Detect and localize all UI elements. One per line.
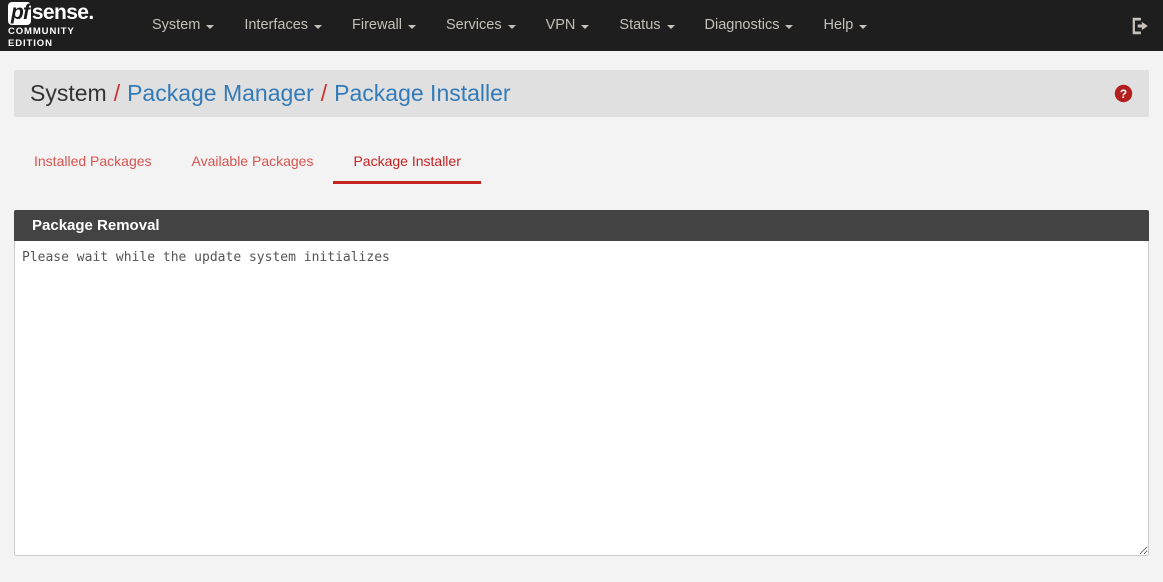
nav-item-diagnostics[interactable]: Diagnostics bbox=[690, 0, 809, 51]
nav-item-status[interactable]: Status bbox=[604, 0, 689, 51]
logo-pf-badge: pf bbox=[8, 1, 31, 25]
tab-label: Installed Packages bbox=[34, 153, 152, 169]
logo-edition-text: COMMUNITY EDITION bbox=[8, 26, 75, 49]
package-removal-panel: Package Removal bbox=[14, 210, 1149, 556]
question-circle-icon[interactable]: ? bbox=[1114, 84, 1133, 103]
nav-item-label: Interfaces bbox=[244, 17, 309, 33]
nav-item-label: Help bbox=[823, 17, 854, 33]
svg-text:?: ? bbox=[1120, 87, 1127, 101]
breadcrumb-link-package-manager[interactable]: Package Manager bbox=[127, 80, 314, 107]
breadcrumb: System / Package Manager / Package Insta… bbox=[14, 70, 1149, 117]
nav-item-label: Status bbox=[619, 17, 661, 33]
nav-item-label: VPN bbox=[545, 17, 576, 33]
chevron-down-icon bbox=[785, 24, 794, 29]
tab-bar: Installed Packages Available Packages Pa… bbox=[14, 143, 1149, 184]
logo-sense-text: sense bbox=[31, 1, 89, 24]
breadcrumb-separator: / bbox=[113, 80, 121, 106]
navbar-right-actions bbox=[1129, 0, 1151, 51]
tab-label: Available Packages bbox=[191, 153, 314, 169]
chevron-down-icon bbox=[314, 24, 323, 29]
page-content: System / Package Manager / Package Insta… bbox=[0, 70, 1163, 556]
nav-item-interfaces[interactable]: Interfaces bbox=[229, 0, 337, 51]
nav-item-services[interactable]: Services bbox=[431, 0, 531, 51]
chevron-down-icon bbox=[407, 24, 416, 29]
tab-label: Package Installer bbox=[353, 153, 461, 169]
chevron-down-icon bbox=[859, 24, 868, 29]
nav-item-label: System bbox=[152, 17, 201, 33]
panel-title: Package Removal bbox=[14, 210, 1149, 241]
pfsense-logo[interactable]: pf sense . COMMUNITY EDITION bbox=[8, 1, 121, 50]
breadcrumb-root: System bbox=[30, 80, 107, 106]
nav-item-system[interactable]: System bbox=[137, 0, 229, 51]
nav-item-label: Firewall bbox=[352, 17, 402, 33]
chevron-down-icon bbox=[507, 24, 516, 29]
breadcrumb-separator: / bbox=[320, 80, 328, 106]
navbar-menu: System Interfaces Firewall Services VPN … bbox=[137, 0, 882, 51]
sign-out-icon[interactable] bbox=[1129, 15, 1151, 37]
breadcrumb-link-package-installer[interactable]: Package Installer bbox=[334, 80, 510, 107]
chevron-down-icon bbox=[581, 24, 590, 29]
console-output-textarea[interactable] bbox=[14, 241, 1149, 556]
chevron-down-icon bbox=[666, 24, 675, 29]
logo-dot: . bbox=[88, 1, 95, 24]
nav-item-label: Services bbox=[445, 17, 502, 33]
tab-available-packages[interactable]: Available Packages bbox=[172, 143, 334, 184]
nav-item-vpn[interactable]: VPN bbox=[531, 0, 605, 51]
logo-wordmark: pf sense . bbox=[8, 1, 121, 25]
chevron-down-icon bbox=[206, 24, 215, 29]
nav-item-label: Diagnostics bbox=[704, 17, 780, 33]
breadcrumb-trail: System / Package Manager / Package Insta… bbox=[30, 80, 511, 107]
tab-package-installer[interactable]: Package Installer bbox=[333, 143, 481, 184]
nav-item-firewall[interactable]: Firewall bbox=[337, 0, 431, 51]
nav-item-help[interactable]: Help bbox=[808, 0, 882, 51]
top-navbar: pf sense . COMMUNITY EDITION System Inte… bbox=[0, 0, 1163, 51]
tab-installed-packages[interactable]: Installed Packages bbox=[14, 143, 172, 184]
panel-body bbox=[14, 241, 1149, 556]
